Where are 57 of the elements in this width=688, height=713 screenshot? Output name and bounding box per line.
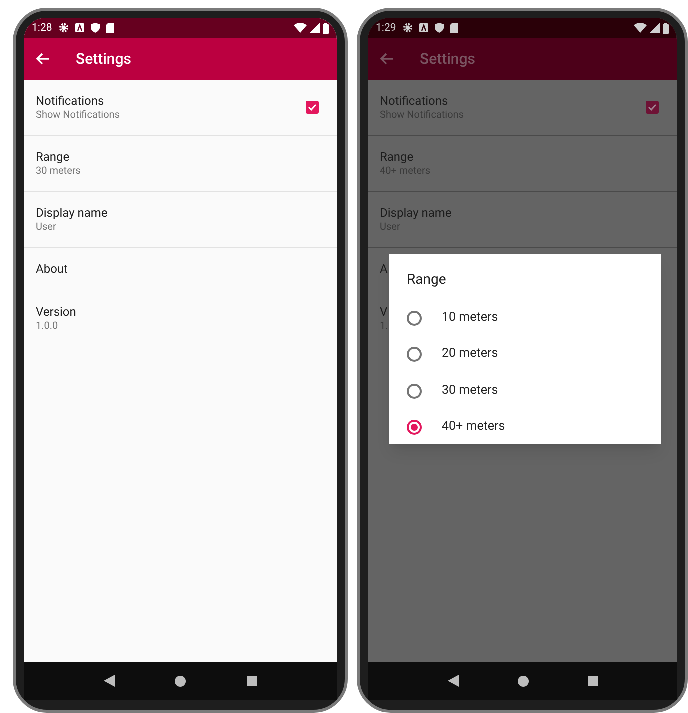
home-icon[interactable] xyxy=(175,676,186,686)
preference-summary: 1.0.0 xyxy=(36,320,60,333)
status-time: 1:29 xyxy=(376,20,396,36)
preference-summary: User xyxy=(36,220,58,234)
signal-icon xyxy=(310,23,320,33)
preference-row[interactable]: Range 30 meters xyxy=(24,136,337,192)
dialog-title: Range xyxy=(407,271,448,290)
radio-label: 40+ meters xyxy=(442,418,506,436)
preference-summary: 30 meters xyxy=(36,164,81,178)
radio-button[interactable] xyxy=(407,347,422,362)
battery-icon xyxy=(323,22,329,34)
battery-icon xyxy=(663,22,669,34)
radio-option[interactable]: 10 meters xyxy=(407,300,643,336)
radio-button[interactable] xyxy=(407,310,422,326)
radio-option[interactable]: 40+ meters xyxy=(407,410,643,446)
signal-icon xyxy=(650,23,660,33)
wifi-icon xyxy=(294,23,307,33)
wifi-icon xyxy=(634,23,647,33)
radio-label: 20 meters xyxy=(442,345,498,364)
gear-icon xyxy=(403,23,414,33)
radio-button[interactable] xyxy=(407,420,422,436)
radio-button[interactable] xyxy=(407,384,422,399)
sd-card-icon xyxy=(106,23,114,33)
preference-title: Notifications xyxy=(36,94,106,108)
checkbox[interactable] xyxy=(646,101,659,114)
letter-square-icon xyxy=(419,23,430,33)
preference-title: Version xyxy=(36,305,76,320)
preference-row[interactable]: About xyxy=(24,248,337,291)
shield-icon xyxy=(435,23,444,33)
preference-title: Display name xyxy=(36,206,108,220)
preference-title: Notifications xyxy=(380,94,450,108)
back-icon[interactable] xyxy=(448,675,458,687)
preference-title: V xyxy=(380,305,388,320)
preference-row[interactable]: Notifications Show Notifications xyxy=(24,80,337,136)
checkbox[interactable] xyxy=(306,101,319,114)
home-icon[interactable] xyxy=(518,676,528,686)
recents-icon[interactable] xyxy=(588,676,598,686)
preference-title: Display name xyxy=(380,206,452,220)
radio-label: 10 meters xyxy=(442,308,498,327)
gear-icon xyxy=(59,23,70,33)
preference-title: About xyxy=(36,262,68,277)
radio-label: 30 meters xyxy=(442,382,498,400)
radio-option[interactable]: 30 meters xyxy=(407,373,643,410)
preference-title: Range xyxy=(380,150,415,164)
recents-icon[interactable] xyxy=(246,676,257,686)
radio-option[interactable]: 20 meters xyxy=(407,336,643,373)
preference-summary: Show Notifications xyxy=(36,108,120,122)
preference-row[interactable]: Version 1.0.0 xyxy=(24,291,337,347)
preference-row[interactable]: Display name User xyxy=(24,192,337,248)
app-bar-title: Settings xyxy=(76,48,132,70)
back-icon[interactable] xyxy=(104,675,116,687)
status-time: 1:28 xyxy=(32,20,52,36)
sd-card-icon xyxy=(450,23,458,33)
letter-square-icon xyxy=(75,23,86,33)
app-bar-title: Settings xyxy=(420,48,476,70)
shield-icon xyxy=(91,23,100,33)
preference-title: Range xyxy=(36,150,71,164)
